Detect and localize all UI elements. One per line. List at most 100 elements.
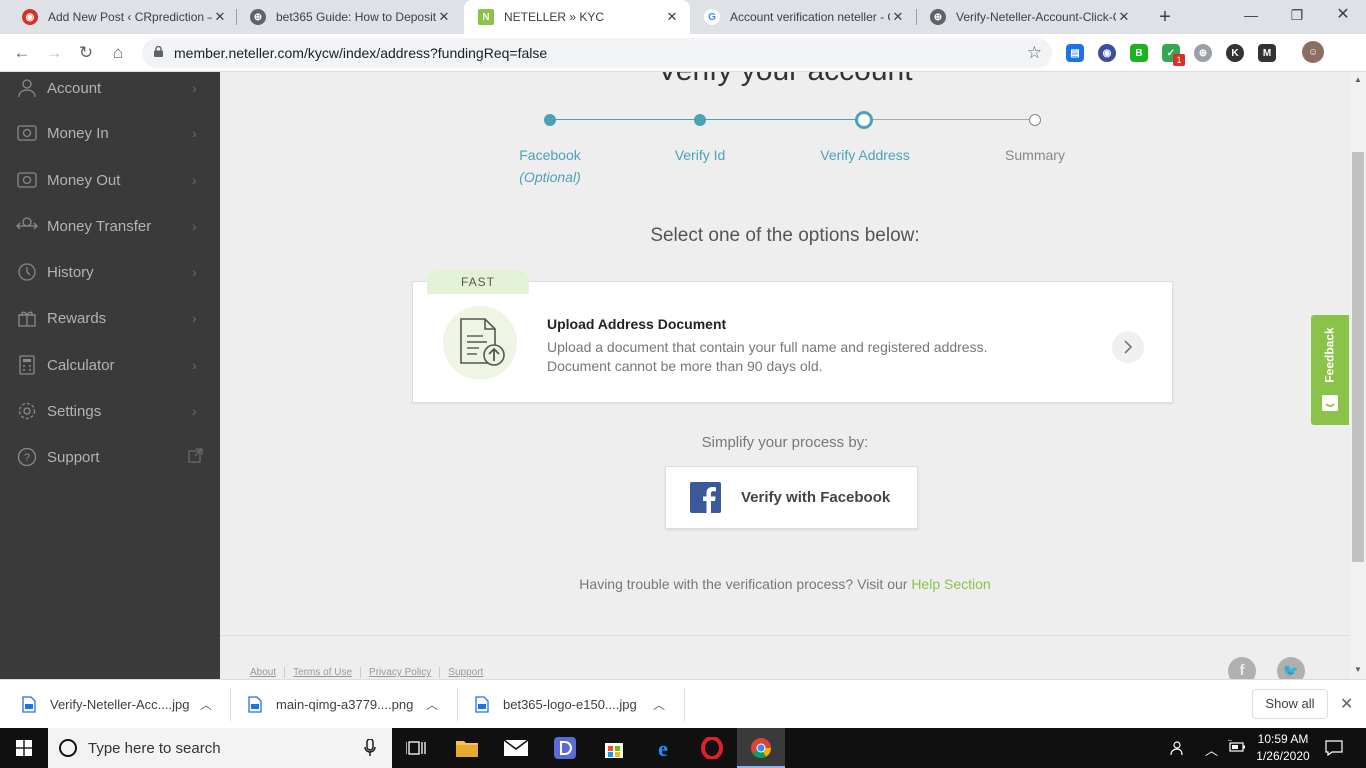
sidebar-item-support[interactable]: ? Support	[0, 435, 220, 479]
chevron-right-icon: ›	[192, 172, 197, 188]
minimize-window-icon[interactable]: —	[1228, 0, 1274, 30]
browser-tab-4[interactable]: G Account verification neteller - G ✕	[690, 0, 916, 34]
close-tab-icon[interactable]: ✕	[436, 9, 452, 25]
system-clock[interactable]: 10:59 AM 1/26/2020	[1250, 731, 1316, 765]
verify-with-facebook-button[interactable]: Verify with Facebook	[665, 466, 918, 529]
mail-icon[interactable]	[504, 736, 528, 760]
windows-start-icon[interactable]	[0, 728, 48, 768]
download-item[interactable]: main-qimg-a3779....png ︿	[248, 680, 438, 729]
browser-tabstrip: ◉ Add New Post ‹ CRprediction – ✕ ⊕ bet3…	[0, 0, 1366, 34]
chevron-up-icon[interactable]: ︿	[200, 696, 212, 713]
step-sublabel-optional: (Optional)	[519, 169, 581, 185]
twitter-social-icon[interactable]: 🐦	[1277, 657, 1305, 679]
sidebar-item-money-in[interactable]: Money In ›	[0, 111, 220, 155]
fast-badge: FAST	[427, 270, 529, 294]
chevron-right-icon: ›	[192, 357, 197, 373]
upload-address-document-card[interactable]: Upload Address Document Upload a documen…	[412, 281, 1173, 403]
help-section-link[interactable]: Help Section	[911, 576, 990, 592]
scroll-down-arrow-icon[interactable]: ▼	[1350, 665, 1366, 674]
extension-icon[interactable]: ◉	[1098, 44, 1116, 62]
restore-window-icon[interactable]: ❐	[1274, 0, 1320, 30]
reload-icon[interactable]: ↻	[74, 41, 98, 65]
home-icon[interactable]: ⌂	[106, 41, 130, 65]
sidebar-item-account[interactable]: Account ›	[0, 66, 220, 110]
microphone-icon[interactable]	[364, 739, 376, 757]
extension-globe-icon[interactable]: ⊕	[1194, 44, 1212, 62]
close-tab-icon[interactable]: ✕	[212, 9, 228, 25]
close-window-icon[interactable]: ✕	[1320, 0, 1366, 30]
chevron-up-icon[interactable]: ︿	[1205, 740, 1218, 759]
browser-tab-1[interactable]: ◉ Add New Post ‹ CRprediction – ✕	[8, 0, 238, 34]
trouble-text: Having trouble with the verification pro…	[220, 576, 1350, 592]
extension-badge: 1	[1173, 54, 1185, 66]
browser-tab-5[interactable]: ⊕ Verify-Neteller-Account-Click-C ✕	[916, 0, 1142, 34]
footer-link-terms[interactable]: Terms of Use	[293, 667, 362, 678]
chevron-up-icon[interactable]: ︿	[653, 696, 665, 713]
extension-icon[interactable]: M	[1258, 44, 1276, 62]
battery-icon[interactable]	[1228, 739, 1246, 757]
edge-browser-icon[interactable]: e	[651, 736, 675, 760]
chevron-up-icon[interactable]: ︿	[426, 696, 438, 713]
bookmark-star-icon[interactable]: ☆	[1027, 43, 1042, 63]
scrollbar-thumb[interactable]	[1352, 152, 1364, 562]
new-tab-button[interactable]: +	[1154, 6, 1176, 28]
footer-link-privacy[interactable]: Privacy Policy	[369, 667, 441, 678]
chevron-right-icon: ›	[192, 218, 197, 234]
transfer-icon	[16, 215, 38, 237]
profile-avatar[interactable]: ☺	[1302, 41, 1324, 63]
close-tab-icon[interactable]: ✕	[890, 9, 906, 25]
opera-browser-icon[interactable]	[700, 736, 724, 760]
close-download-bar-icon[interactable]: ✕	[1340, 694, 1353, 714]
footer-links: About Terms of Use Privacy Policy Suppor…	[250, 667, 499, 678]
extension-icon[interactable]: ▤	[1066, 44, 1084, 62]
address-bar[interactable]: member.neteller.com/kycw/index/address?f…	[142, 38, 1052, 68]
facebook-button-label: Verify with Facebook	[741, 489, 891, 506]
url-text[interactable]: member.neteller.com/kycw/index/address?f…	[174, 45, 547, 61]
download-filename: bet365-logo-e150....jpg	[503, 697, 637, 712]
chevron-right-icon[interactable]	[1112, 331, 1144, 363]
neteller-favicon-icon: N	[478, 9, 494, 25]
close-tab-icon[interactable]: ✕	[1116, 9, 1132, 25]
chevron-right-icon: ›	[192, 264, 197, 280]
browser-tab-3-active[interactable]: N NETELLER » KYC ✕	[464, 0, 690, 34]
sidebar-item-money-transfer[interactable]: Money Transfer ›	[0, 204, 220, 248]
forward-arrow-icon[interactable]: →	[42, 41, 66, 65]
chevron-right-icon: ›	[192, 403, 197, 419]
footer-link-about[interactable]: About	[250, 667, 286, 678]
image-file-icon	[475, 696, 489, 713]
sidebar-item-calculator[interactable]: Calculator ›	[0, 343, 220, 387]
task-view-icon[interactable]	[404, 736, 428, 760]
download-item[interactable]: Verify-Neteller-Acc....jpg ︿	[22, 680, 212, 729]
download-item[interactable]: bet365-logo-e150....jpg ︿	[475, 680, 665, 729]
browser-tab-2[interactable]: ⊕ bet365 Guide: How to Deposit ✕	[236, 0, 462, 34]
show-all-downloads-button[interactable]: Show all	[1252, 689, 1328, 719]
sidebar-item-rewards[interactable]: Rewards ›	[0, 296, 220, 340]
footer-link-support[interactable]: Support	[448, 667, 491, 678]
money-in-icon	[16, 122, 38, 144]
extension-icon[interactable]: K	[1226, 44, 1244, 62]
sidebar-item-settings[interactable]: Settings ›	[0, 389, 220, 433]
trouble-text-prefix: Having trouble with the verification pro…	[579, 576, 912, 592]
scroll-up-arrow-icon[interactable]: ▲	[1350, 75, 1366, 84]
taskbar-search-box[interactable]: Type here to search	[48, 728, 392, 768]
file-explorer-icon[interactable]	[455, 736, 479, 760]
sidebar-item-money-out[interactable]: Money Out ›	[0, 158, 220, 202]
people-icon[interactable]	[1168, 740, 1184, 759]
feedback-smile-icon	[1322, 395, 1338, 411]
back-arrow-icon[interactable]: ←	[10, 41, 34, 65]
app-d-icon[interactable]	[553, 736, 577, 760]
extension-icon[interactable]: B	[1130, 44, 1148, 62]
facebook-social-icon[interactable]: f	[1228, 657, 1256, 679]
chrome-browser-icon[interactable]	[749, 736, 773, 760]
download-filename: Verify-Neteller-Acc....jpg	[50, 697, 190, 712]
feedback-tab[interactable]: Feedback	[1311, 315, 1349, 425]
page-title: Verify your account	[220, 72, 1350, 88]
close-tab-icon[interactable]: ✕	[664, 9, 680, 25]
chevron-right-icon: ›	[192, 125, 197, 141]
page-scrollbar[interactable]: ▲ ▼	[1350, 72, 1366, 679]
store-icon[interactable]	[602, 736, 626, 760]
notifications-icon[interactable]	[1325, 740, 1343, 759]
calculator-icon	[16, 354, 38, 376]
download-separator	[230, 688, 231, 721]
sidebar-item-history[interactable]: History ›	[0, 250, 220, 294]
